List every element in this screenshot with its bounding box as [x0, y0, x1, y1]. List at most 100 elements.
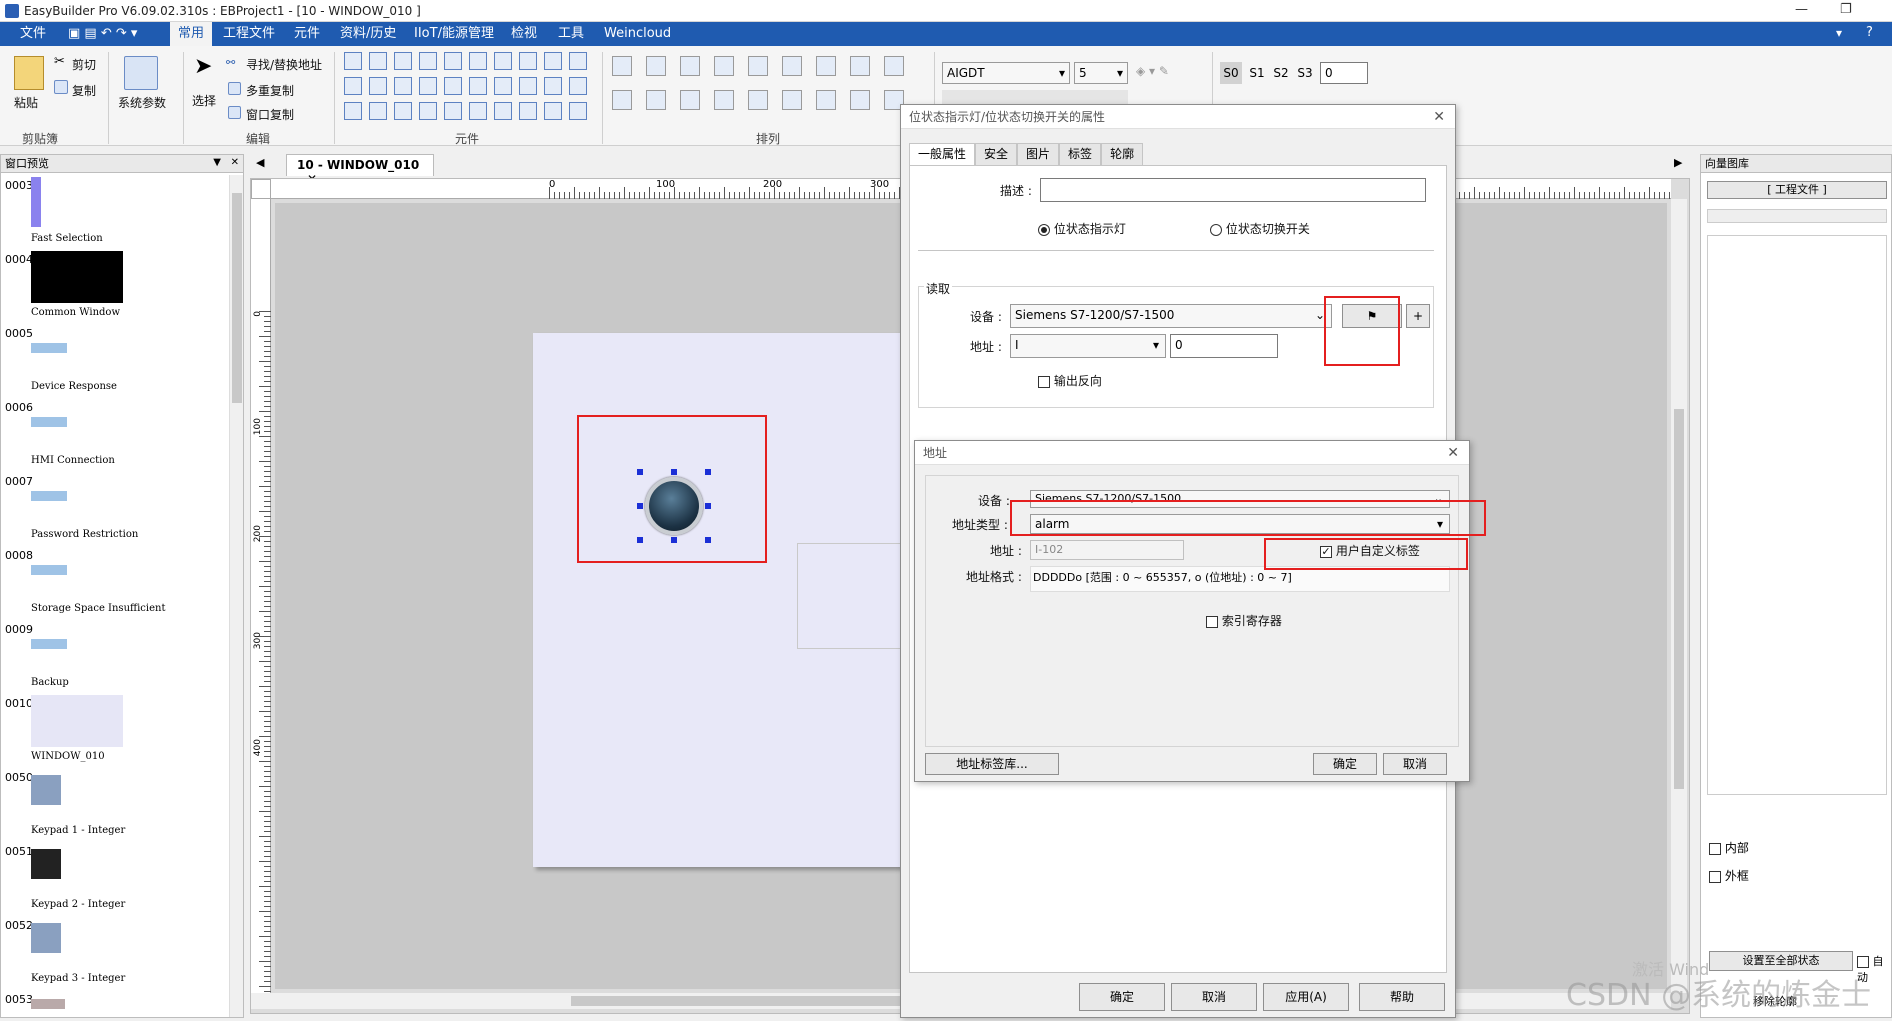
- tool-icon[interactable]: [680, 56, 700, 76]
- menu-objects[interactable]: 元件: [286, 22, 328, 46]
- paint-icon[interactable]: ◈ ▾ ✎: [1136, 64, 1169, 78]
- dialog2-cancel-button[interactable]: 取消: [1383, 753, 1447, 775]
- tool-icon[interactable]: [612, 56, 632, 76]
- tool-icon[interactable]: [748, 90, 768, 110]
- paste-icon[interactable]: [14, 56, 44, 90]
- tool-icon[interactable]: [469, 102, 487, 120]
- invert-output-checkbox[interactable]: 输出反向: [1038, 372, 1102, 389]
- dialog1-ok-button[interactable]: 确定: [1079, 983, 1165, 1011]
- tool-icon[interactable]: [714, 90, 734, 110]
- tool-icon[interactable]: [469, 77, 487, 95]
- thumbnail-preview[interactable]: [31, 251, 123, 303]
- tool-icon[interactable]: [519, 102, 537, 120]
- menu-file[interactable]: 文件: [12, 22, 54, 46]
- tool-icon[interactable]: [494, 77, 512, 95]
- tool-icon[interactable]: [419, 52, 437, 70]
- tool-icon[interactable]: [519, 77, 537, 95]
- address-input[interactable]: 0: [1170, 334, 1278, 358]
- select-cursor-icon[interactable]: ➤: [194, 54, 212, 79]
- tool-icon[interactable]: [544, 77, 562, 95]
- system-parameters-icon[interactable]: [124, 56, 158, 90]
- window-copy-button[interactable]: 窗口复制: [246, 106, 294, 123]
- state-s0[interactable]: S0: [1220, 62, 1242, 84]
- tool-icon[interactable]: [646, 90, 666, 110]
- tool-icon[interactable]: [544, 52, 562, 70]
- thumbnail-preview[interactable]: [31, 491, 67, 501]
- tool-icon[interactable]: [612, 90, 632, 110]
- left-scrollbar[interactable]: [229, 175, 243, 1017]
- vector-grid[interactable]: [1707, 235, 1887, 795]
- description-input[interactable]: [1040, 178, 1426, 202]
- thumbnail-preview[interactable]: [31, 417, 67, 427]
- menu-iiot[interactable]: IIoT/能源管理: [406, 22, 502, 46]
- tab-label[interactable]: 标签: [1059, 143, 1102, 165]
- internal-checkbox[interactable]: 内部: [1709, 839, 1749, 856]
- tool-icon[interactable]: [469, 52, 487, 70]
- outer-checkbox[interactable]: 外框: [1709, 867, 1749, 884]
- thumbnail-preview[interactable]: [31, 775, 61, 805]
- thumbnail-preview[interactable]: [31, 695, 123, 747]
- project-file-button[interactable]: [ 工程文件 ]: [1707, 181, 1887, 199]
- menu-weincloud[interactable]: Weincloud: [596, 22, 679, 46]
- dialog1-help-button[interactable]: 帮助: [1359, 983, 1445, 1011]
- tool-icon[interactable]: [369, 77, 387, 95]
- address-type-select[interactable]: I ▾: [1010, 334, 1166, 358]
- canvas-vscrollbar[interactable]: [1671, 199, 1687, 993]
- address-dialog-close-icon[interactable]: ✕: [1447, 445, 1459, 461]
- copy-button[interactable]: 复制: [72, 82, 96, 99]
- menu-project[interactable]: 工程文件: [215, 22, 283, 46]
- tab-scroll-left-icon[interactable]: ◀: [256, 156, 264, 169]
- dialog1-cancel-button[interactable]: 取消: [1171, 983, 1257, 1011]
- tool-icon[interactable]: [394, 102, 412, 120]
- find-replace-button[interactable]: 寻找/替换地址: [246, 56, 322, 73]
- state-s3[interactable]: S3: [1294, 62, 1316, 84]
- tool-icon[interactable]: [646, 56, 666, 76]
- thumbnail-preview[interactable]: [31, 343, 67, 353]
- tool-icon[interactable]: [494, 52, 512, 70]
- tool-icon[interactable]: [519, 52, 537, 70]
- tool-icon[interactable]: [494, 102, 512, 120]
- tool-icon[interactable]: [782, 90, 802, 110]
- menu-home[interactable]: 常用: [170, 22, 213, 46]
- restore-icon[interactable]: ❐: [1840, 2, 1852, 17]
- state-s2[interactable]: S2: [1270, 62, 1292, 84]
- tool-icon[interactable]: [369, 52, 387, 70]
- radio-bit-switch[interactable]: 位状态切换开关: [1210, 220, 1310, 237]
- tool-icon[interactable]: [419, 102, 437, 120]
- tool-icon[interactable]: [850, 56, 870, 76]
- state-s1[interactable]: S1: [1246, 62, 1268, 84]
- menu-view[interactable]: 检视: [503, 22, 545, 46]
- help-icon[interactable]: ?: [1866, 25, 1873, 40]
- tool-icon[interactable]: [344, 77, 362, 95]
- tool-icon[interactable]: [544, 102, 562, 120]
- arrange-icon-grid[interactable]: [612, 56, 922, 126]
- set-all-states-button[interactable]: 设置至全部状态: [1709, 951, 1853, 971]
- tool-icon[interactable]: [850, 90, 870, 110]
- tool-icon[interactable]: [816, 56, 836, 76]
- tool-icon[interactable]: [444, 52, 462, 70]
- tool-icon[interactable]: [884, 56, 904, 76]
- radio-bit-lamp[interactable]: 位状态指示灯: [1038, 220, 1126, 237]
- font-name-select[interactable]: AIGDT ▾: [942, 62, 1070, 84]
- dialog2-ok-button[interactable]: 确定: [1313, 753, 1377, 775]
- add-tag-button[interactable]: +: [1406, 304, 1430, 328]
- tool-icon[interactable]: [369, 102, 387, 120]
- ribbon-toggle-icon[interactable]: ▾: [1836, 26, 1842, 40]
- tool-icon[interactable]: [680, 90, 700, 110]
- thumbnail-preview[interactable]: [31, 639, 67, 649]
- thumbnail-preview[interactable]: [31, 565, 67, 575]
- tool-icon[interactable]: [394, 52, 412, 70]
- tab-outline[interactable]: 轮廓: [1101, 143, 1144, 165]
- tab-scroll-right-icon[interactable]: ▶: [1674, 156, 1682, 169]
- thumbnail-preview[interactable]: [31, 849, 61, 879]
- object-icon-grid[interactable]: [344, 52, 594, 134]
- tab-window-010[interactable]: 10 - WINDOW_010 ✕: [286, 154, 434, 186]
- menu-data-history[interactable]: 资料/历史: [332, 22, 404, 46]
- tab-security[interactable]: 安全: [975, 143, 1018, 165]
- index-register-checkbox[interactable]: 索引寄存器: [1206, 612, 1282, 629]
- tool-icon[interactable]: [444, 102, 462, 120]
- state-stepper[interactable]: 0: [1320, 62, 1368, 84]
- multi-copy-button[interactable]: 多重复制: [246, 82, 294, 99]
- panel-close-icon[interactable]: ✕: [231, 157, 239, 168]
- tool-icon[interactable]: [419, 77, 437, 95]
